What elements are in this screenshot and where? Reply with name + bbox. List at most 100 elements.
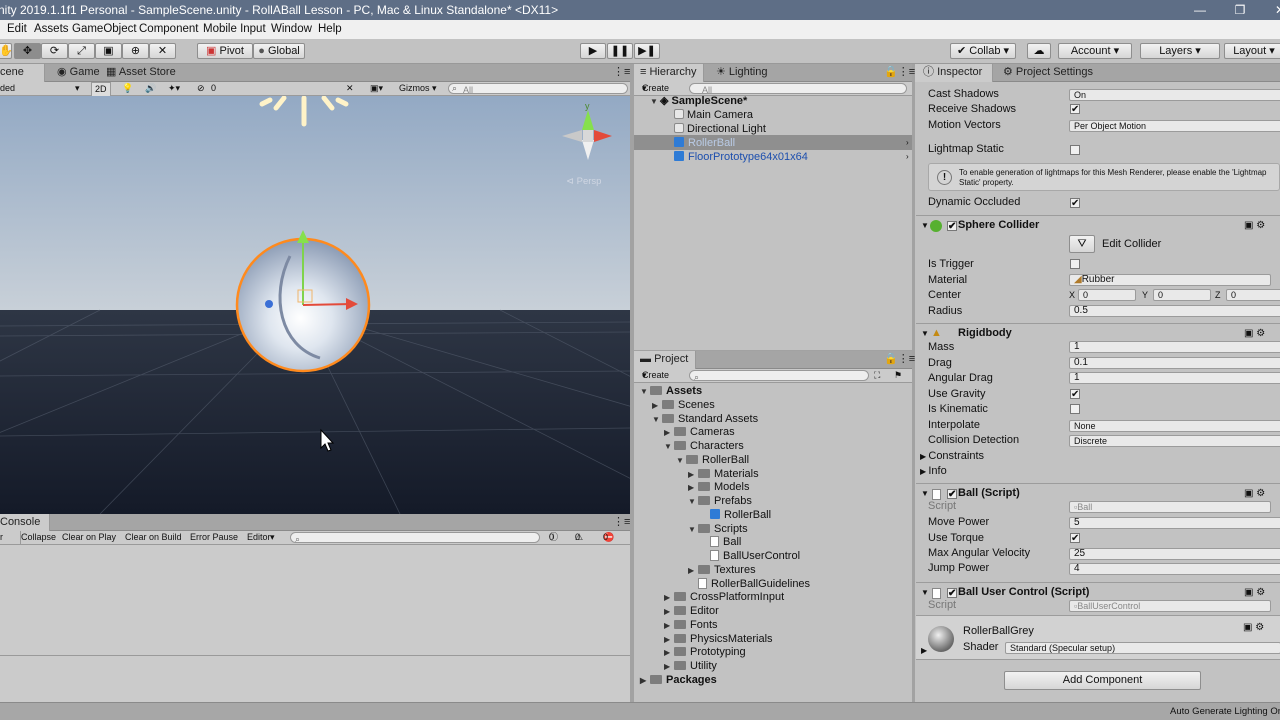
edit-collider-button[interactable]: ⛛ <box>1069 235 1095 253</box>
menu-mobile-input[interactable]: Mobile Input <box>203 20 266 38</box>
use-torque-checkbox[interactable]: ✔ <box>1070 533 1080 544</box>
constraints-foldout[interactable]: ▶ Constraints <box>920 449 984 464</box>
lighting-toggle-icon[interactable]: 💡 <box>122 82 133 95</box>
project-search-input[interactable]: ⌕ <box>689 370 869 382</box>
editor-dropdown[interactable]: Editor <box>247 531 271 544</box>
clear-on-build-button[interactable]: Clear on Build <box>125 531 182 544</box>
console-log-area[interactable] <box>0 545 630 702</box>
step-button[interactable]: ▶❚ <box>634 43 660 59</box>
effects-toggle-icon[interactable]: ✦▾ <box>168 82 180 95</box>
project-item[interactable]: ▶ PhysicsMaterials <box>664 632 773 646</box>
expand-arrow-icon[interactable]: ▶ <box>640 674 650 688</box>
rotate-tool-icon[interactable]: ⟳ <box>41 43 68 59</box>
collab-button[interactable]: ✔ Collab ▾ <box>950 43 1016 59</box>
dynamic-occluded-checkbox[interactable]: ✔ <box>1070 198 1080 209</box>
projection-label[interactable]: ⊲ Persp <box>566 176 601 187</box>
collapse-arrow-icon[interactable]: ▼ <box>640 385 650 399</box>
layers-dropdown[interactable]: Layers ▾ <box>1140 43 1220 59</box>
ball-user-control-header[interactable]: ▼ ✔ Ball User Control (Script) ▣ ⚙ <box>916 582 1280 602</box>
project-item[interactable]: ▶ Scenes <box>652 398 715 412</box>
material-field[interactable]: ◢Rubber <box>1069 274 1271 286</box>
project-item[interactable]: ▼ Prefabs <box>688 494 752 508</box>
hierarchy-lock-icon[interactable]: 🔒⋮≡ <box>884 64 915 82</box>
ball-script-enabled-checkbox[interactable]: ✔ <box>947 489 957 500</box>
play-button[interactable]: ▶ <box>580 43 606 59</box>
camera-tools-icon[interactable]: ✕ <box>346 82 354 95</box>
collapse-arrow-icon[interactable]: ▼ <box>652 413 662 427</box>
sphere-collider-header[interactable]: ▼ ✔ Sphere Collider ▣ ⚙ <box>916 215 1280 235</box>
is-trigger-checkbox[interactable] <box>1070 259 1080 269</box>
lightmap-static-checkbox[interactable] <box>1070 145 1080 155</box>
receive-shadows-checkbox[interactable]: ✔ <box>1070 104 1080 115</box>
project-item[interactable]: ▶ Utility <box>664 659 717 673</box>
hierarchy-create-button[interactable]: Create ▾ <box>642 82 669 95</box>
scene-menu-icon[interactable]: ⋮≡ <box>613 64 630 82</box>
project-item[interactable]: ▶ Materials <box>688 467 759 481</box>
project-create-button[interactable]: Create ▾ <box>642 369 669 382</box>
project-item[interactable]: RollerBallGuidelines <box>688 577 810 591</box>
mass-field[interactable]: 1 <box>1069 341 1280 353</box>
project-lock-icon[interactable]: 🔒⋮≡ <box>884 351 915 369</box>
center-z-field[interactable]: 0 <box>1226 289 1280 301</box>
sphere-collider-enabled-checkbox[interactable]: ✔ <box>947 221 957 232</box>
project-item[interactable]: ▶ Packages <box>640 673 717 687</box>
collapse-arrow-icon[interactable]: ▼ <box>676 454 686 468</box>
move-gizmo-x-axis[interactable] <box>302 303 353 306</box>
tab-inspector[interactable]: ⓘ Inspector <box>915 64 993 82</box>
collapse-button[interactable]: Collapse <box>20 531 56 544</box>
collision-detection-dropdown[interactable]: Discrete <box>1069 435 1280 447</box>
rigidbody-header[interactable]: ▼ ▲ Rigidbody ▣ ⚙ <box>916 323 1280 343</box>
prefab-open-arrow-icon[interactable]: › <box>906 136 909 150</box>
tab-game[interactable]: ◉ Game <box>57 64 100 82</box>
project-item[interactable]: ▶ Models <box>688 480 749 494</box>
use-gravity-checkbox[interactable]: ✔ <box>1070 389 1080 400</box>
minimize-icon[interactable]: — <box>1180 0 1220 20</box>
move-gizmo-z-handle[interactable] <box>265 300 273 308</box>
tab-scene[interactable]: cene <box>0 64 45 82</box>
gizmos-dropdown[interactable]: Gizmos <box>399 82 430 95</box>
hierarchy-item-directional-light[interactable]: Directional Light <box>674 122 766 136</box>
project-item[interactable]: ▶ Textures <box>688 563 756 577</box>
scene-search-input[interactable]: All <box>448 83 628 95</box>
shader-dropdown[interactable]: Standard (Specular setup) <box>1005 642 1280 654</box>
close-icon[interactable]: ✕ <box>1260 0 1280 20</box>
collapse-arrow-icon[interactable]: ▼ <box>664 440 674 454</box>
custom-tool-icon[interactable]: ✕ <box>149 43 176 59</box>
project-item[interactable]: ▼ Scripts <box>688 522 748 536</box>
cloud-icon[interactable]: ☁ <box>1027 43 1051 59</box>
center-x-field[interactable]: 0 <box>1078 289 1136 301</box>
menu-component[interactable]: Component <box>139 20 198 38</box>
console-clear-button[interactable]: r <box>0 531 3 544</box>
hierarchy-item-main-camera[interactable]: Main Camera <box>674 108 753 122</box>
shading-mode-dropdown[interactable]: ded <box>0 82 15 95</box>
console-menu-icon[interactable]: ⋮≡ <box>613 514 630 532</box>
project-item[interactable]: ▼ Characters <box>664 439 744 453</box>
project-item[interactable]: ▶ Fonts <box>664 618 718 632</box>
move-power-field[interactable]: 5 <box>1069 517 1280 529</box>
hierarchy-item-floor[interactable]: FloorPrototype64x01x64 <box>674 150 808 164</box>
jump-power-field[interactable]: 4 <box>1069 563 1280 575</box>
tab-project-settings[interactable]: ⚙ Project Settings <box>1003 64 1093 82</box>
ball-script-header[interactable]: ▼ ✔ Ball (Script) ▣ ⚙ <box>916 483 1280 503</box>
project-item[interactable]: ▼ RollerBall <box>676 453 749 467</box>
transform-tool-icon[interactable]: ⊕ <box>122 43 149 59</box>
layout-dropdown[interactable]: Layout ▾ <box>1224 43 1280 59</box>
ball-user-control-enabled-checkbox[interactable]: ✔ <box>947 588 957 599</box>
camera-settings-icon[interactable]: ▣▾ <box>370 82 383 95</box>
component-help-icon[interactable]: ▣ ⚙ <box>1243 622 1264 633</box>
hierarchy-scene-root[interactable]: ▼ ◈ SampleScene* <box>650 94 747 108</box>
tab-project[interactable]: ▬ Project <box>634 351 696 369</box>
collapse-arrow-icon[interactable]: ▼ <box>688 523 698 537</box>
angular-drag-field[interactable]: 1 <box>1069 372 1280 384</box>
drag-field[interactable]: 0.1 <box>1069 357 1280 369</box>
project-item[interactable]: ▼ Standard Assets <box>652 412 758 426</box>
tab-asset-store[interactable]: ▦ Asset Store <box>106 64 176 82</box>
search-by-label-icon[interactable]: ⚑ <box>894 369 902 382</box>
search-by-type-icon[interactable]: ⛶ <box>874 369 880 382</box>
scale-tool-icon[interactable]: ⤢ <box>68 43 95 59</box>
move-tool-icon[interactable]: ✥ <box>14 43 41 59</box>
rect-tool-icon[interactable]: ▣ <box>95 43 122 59</box>
add-component-button[interactable]: Add Component <box>1004 671 1201 690</box>
project-item[interactable]: ▶ CrossPlatformInput <box>664 590 784 604</box>
menu-assets[interactable]: Assets <box>34 20 69 38</box>
